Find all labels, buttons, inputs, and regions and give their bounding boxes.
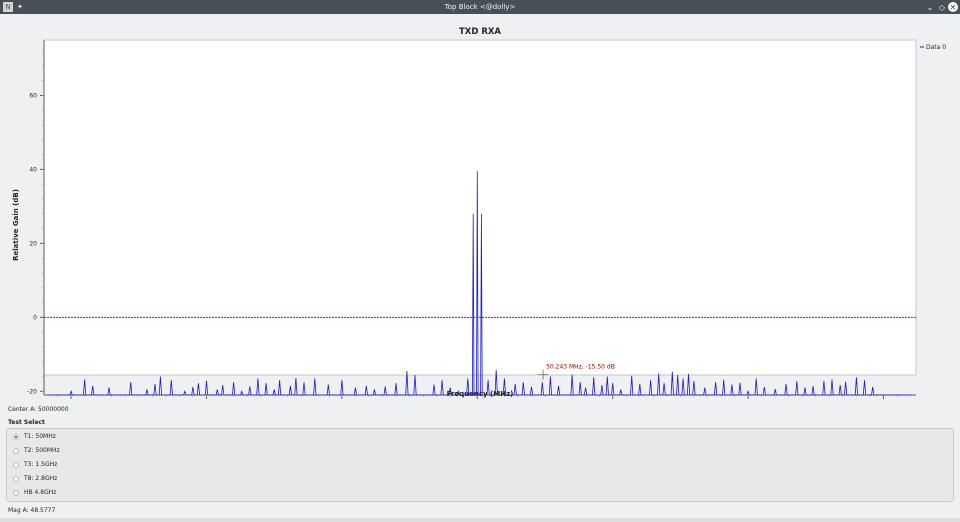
radio-label: HB 4.8GHz	[24, 489, 57, 496]
y-tick-label: 20	[29, 240, 37, 247]
radio-label: T1: 50MHz	[24, 433, 56, 440]
plot-canvas[interactable]	[43, 39, 917, 376]
spectrum-plot[interactable]: TXD RXA -20020406048.50049.00049.50050.0…	[0, 20, 960, 400]
radio-button[interactable]	[13, 461, 19, 468]
close-icon[interactable]: ✕	[948, 2, 958, 12]
y-axis-label: Relative Gain (dB)	[12, 189, 20, 261]
radio-button[interactable]	[13, 447, 19, 454]
radio-t8[interactable]: T8: 2.8GHz	[13, 475, 57, 482]
radio-label: T8: 2.8GHz	[24, 475, 58, 482]
x-axis-label: Frequency (MHz)	[447, 390, 514, 398]
radio-label: T2: 500MHz	[24, 447, 60, 454]
center-label: Center A: 50000000	[8, 406, 69, 413]
test-select-group: T1: 50MHz T2: 500MHz T3: 1.5GHz T8: 2.8G…	[6, 428, 954, 502]
y-tick-label: 0	[33, 314, 37, 321]
window-title: Top Block <@dolly>	[444, 3, 516, 11]
cursor-readout: 50.243 MHz, -15.50 dB	[546, 364, 615, 371]
y-tick-label: 40	[29, 166, 37, 173]
restore-icon[interactable]: ◇	[937, 2, 947, 12]
y-tick-label: 60	[29, 92, 37, 99]
test-select-title: Test Select	[8, 419, 45, 426]
radio-hb[interactable]: HB 4.8GHz	[13, 489, 56, 496]
radio-t2[interactable]: T2: 500MHz	[13, 447, 60, 454]
radio-button[interactable]	[13, 489, 19, 496]
legend-entry: Data 0	[926, 44, 946, 51]
window-bottom-edge	[0, 518, 960, 522]
window-titlebar: N ✦ Top Block <@dolly> ⌄ ◇ ✕	[0, 0, 960, 14]
spectrum-plot-svg[interactable]: TXD RXA -20020406048.50049.00049.50050.0…	[0, 20, 960, 400]
radio-button-checked[interactable]	[13, 433, 19, 440]
chart-title: TXD RXA	[459, 27, 501, 37]
minimize-icon[interactable]: ⌄	[925, 2, 935, 12]
radio-t1[interactable]: T1: 50MHz	[13, 433, 56, 440]
radio-label: T3: 1.5GHz	[24, 461, 58, 468]
y-tick-label: -20	[27, 388, 37, 395]
radio-button[interactable]	[13, 475, 19, 482]
mag-label: Mag A: 48.5777	[8, 507, 56, 514]
radio-t3[interactable]: T3: 1.5GHz	[13, 461, 57, 468]
